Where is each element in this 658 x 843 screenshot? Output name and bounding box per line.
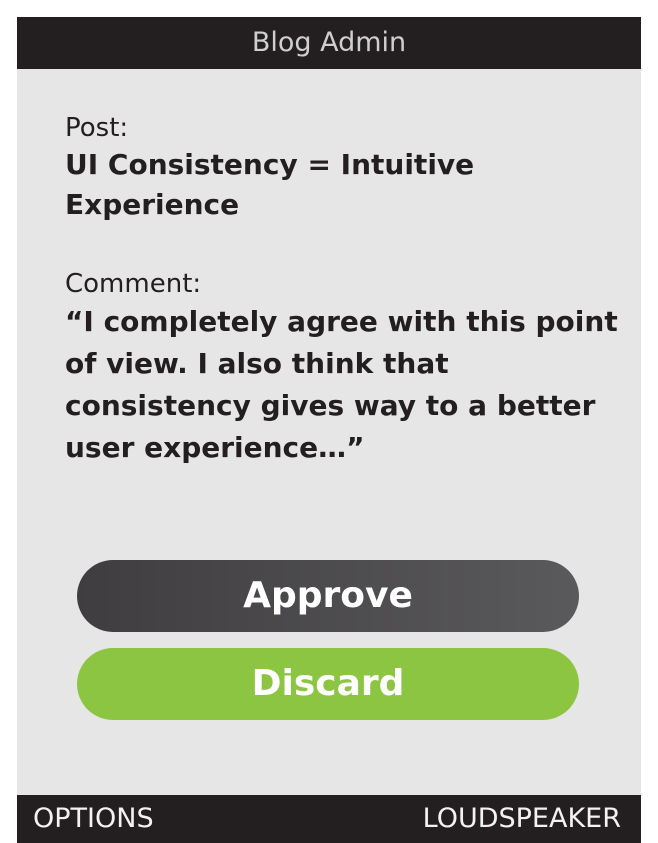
discard-button[interactable]: Discard: [77, 648, 579, 720]
moderation-content: Post: UI Consistency = Intuitive Experie…: [65, 111, 625, 469]
comment-text: “I completely agree with this point of v…: [65, 305, 618, 464]
approve-button[interactable]: Approve: [77, 560, 579, 632]
post-label: Post:: [65, 113, 129, 143]
discard-button-label: Discard: [251, 663, 405, 704]
softkey-bar: OPTIONS LOUDSPEAKER: [17, 795, 641, 843]
options-softkey[interactable]: OPTIONS: [33, 795, 154, 843]
loudspeaker-softkey[interactable]: LOUDSPEAKER: [423, 795, 621, 843]
title-bar: Blog Admin: [17, 17, 641, 69]
comment-label: Comment:: [65, 269, 202, 299]
app-title: Blog Admin: [251, 27, 407, 58]
approve-button-label: Approve: [243, 575, 413, 616]
post-title: UI Consistency = Intuitive Experience: [65, 148, 475, 221]
phone-screen: Blog Admin Post: UI Consistency = Intuit…: [17, 17, 641, 843]
